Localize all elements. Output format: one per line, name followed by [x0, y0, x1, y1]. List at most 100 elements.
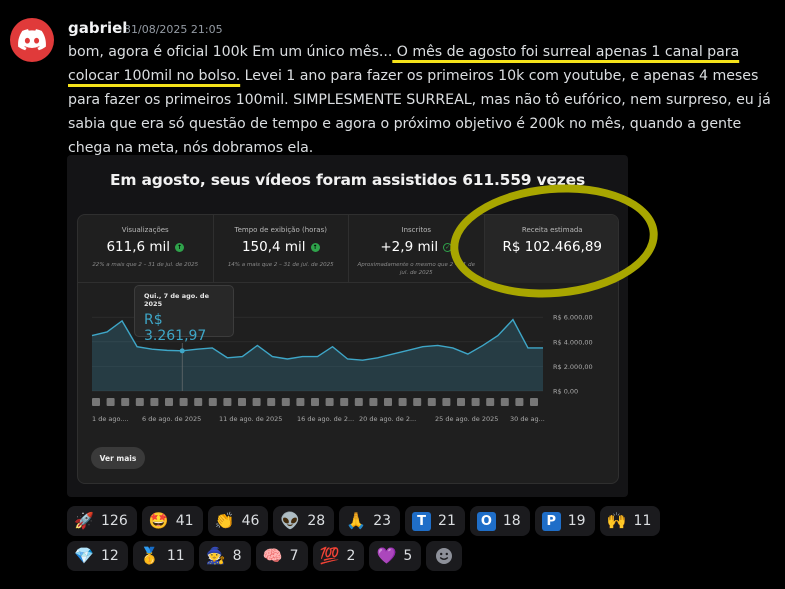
- reaction-count: 46: [241, 513, 260, 529]
- reaction-count: 2: [346, 548, 356, 564]
- add-reaction-button[interactable]: [426, 541, 463, 571]
- reaction-count: 11: [633, 513, 652, 529]
- reaction-button[interactable]: T 21: [405, 506, 465, 536]
- letter-t-icon: T: [412, 511, 432, 531]
- video-marker-icon: [325, 398, 334, 406]
- letter-p-icon: P: [541, 511, 561, 531]
- video-marker-icon: [135, 398, 144, 406]
- video-marker-icon: [296, 398, 305, 406]
- x-tick-label: 20 de ago. de 2...: [359, 415, 416, 423]
- reaction-count: 12: [101, 548, 119, 564]
- video-marker-icon: [238, 398, 246, 406]
- see-more-button[interactable]: Ver mais: [91, 447, 145, 469]
- emoji-icon: 🚀: [74, 511, 94, 530]
- reaction-count: 11: [166, 548, 185, 564]
- reaction-button[interactable]: 💯 2: [312, 541, 365, 571]
- discord-logo-icon: [18, 29, 46, 51]
- message-text: bom, agora é oficial 100k Em um único mê…: [68, 40, 778, 160]
- metric-value: 611,6 mil ↑: [106, 239, 185, 255]
- add-reaction-icon: [436, 548, 453, 564]
- video-marker-icon: [92, 398, 100, 406]
- video-marker-icon: [530, 398, 538, 406]
- reaction-button[interactable]: 🙌 11: [599, 506, 661, 536]
- emoji-icon: 🧙: [205, 546, 226, 565]
- letter-o-icon: O: [476, 511, 496, 531]
- video-marker-icon: [194, 398, 203, 406]
- reaction-button[interactable]: 🙏 23: [339, 506, 401, 536]
- emoji-icon: 🧠: [262, 546, 283, 565]
- emoji-icon: 🤩: [148, 511, 169, 530]
- reaction-button[interactable]: 👏 46: [207, 506, 269, 536]
- y-tick-label: R$ 4.000,00: [553, 338, 593, 346]
- reactions-row: 💎 12 🥇 11 🧙 8 🧠 7 💯 2 💜 5: [67, 541, 767, 571]
- discord-avatar[interactable]: [10, 18, 54, 62]
- video-marker-icon: [150, 398, 159, 406]
- video-marker-icon: [442, 398, 451, 406]
- metric-label: Tempo de exibição (horas): [234, 226, 327, 234]
- y-tick-label: R$ 6.000,00: [553, 314, 593, 322]
- video-marker-icon: [500, 398, 509, 406]
- video-marker-icon: [427, 398, 436, 406]
- reactions-bar: 🚀 126 🤩 41 👏 46 👽 28 🙏 23 T 21 O 18 P 19 🙌 11 💎 12 🥇 11 🧙 8 🧠 7 💯…: [67, 506, 767, 576]
- tooltip-value: R$ 3.261,97: [144, 312, 207, 344]
- timestamp: 31/08/2025 21:05: [124, 23, 223, 36]
- reaction-count: 7: [289, 548, 299, 564]
- video-marker-icon: [223, 398, 232, 406]
- metric-label: Visualizações: [121, 226, 169, 234]
- reaction-button[interactable]: 👽 28: [273, 506, 335, 536]
- video-marker-icon: [340, 398, 349, 406]
- x-tick-label: 11 de ago. de 2025: [219, 415, 282, 423]
- emoji-icon: 💎: [74, 546, 94, 565]
- video-marker-icon: [354, 398, 363, 406]
- video-marker-icon: [179, 398, 188, 406]
- reaction-button[interactable]: 🧙 8: [198, 541, 251, 571]
- tooltip-date: Qui., 7 de ago. de 2025: [144, 292, 209, 308]
- y-tick-label: R$ 0,00: [553, 388, 578, 396]
- video-marker-icon: [311, 398, 319, 406]
- x-tick-label: 6 de ago. de 2025: [142, 415, 201, 423]
- reaction-button[interactable]: 🚀 126: [67, 506, 137, 536]
- emoji-icon: 👽: [280, 511, 301, 530]
- video-marker-icon: [384, 398, 392, 406]
- emoji-icon: 💜: [376, 546, 397, 565]
- video-marker-icon: [281, 398, 290, 406]
- metric-value: 150,4 mil ↑: [241, 239, 320, 255]
- x-tick-label: 30 de ag...: [510, 415, 545, 423]
- data-point: [179, 348, 185, 354]
- video-marker-icon: [515, 398, 524, 406]
- reactions-row: 🚀 126 🤩 41 👏 46 👽 28 🙏 23 T 21 O 18 P 19 🙌 11: [67, 506, 767, 536]
- reaction-count: 41: [175, 513, 194, 529]
- video-marker-icon: [413, 398, 422, 406]
- video-marker-icon: [267, 398, 276, 406]
- reaction-count: 21: [438, 513, 456, 529]
- reaction-button[interactable]: O 18: [469, 506, 530, 536]
- reaction-button[interactable]: 💜 5: [369, 541, 422, 571]
- video-marker-icon: [165, 398, 173, 406]
- up-arrow-icon: ↑: [310, 242, 320, 252]
- metric-comparison: 22% a mais que 2 – 31 de jul. de 2025: [92, 262, 199, 268]
- reaction-button[interactable]: 🧠 7: [255, 541, 308, 571]
- reaction-count: 5: [403, 548, 413, 564]
- emoji-icon: 🙏: [346, 511, 367, 530]
- reaction-count: 23: [373, 513, 392, 529]
- reaction-button[interactable]: 🥇 11: [132, 541, 194, 571]
- reaction-button[interactable]: P 19: [534, 506, 595, 536]
- reaction-button[interactable]: 🤩 41: [141, 506, 203, 536]
- y-tick-label: R$ 2.000,00: [553, 363, 593, 371]
- reaction-count: 28: [307, 513, 326, 529]
- emoji-icon: 👏: [214, 511, 235, 530]
- video-marker-icon: [369, 398, 378, 406]
- username[interactable]: gabriel: [68, 19, 127, 37]
- video-marker-icon: [252, 398, 261, 406]
- x-tick-label: 16 de ago. de 2...: [297, 415, 354, 423]
- message-text-start: bom, agora é oficial 100k Em um único mê…: [68, 44, 393, 60]
- reaction-count: 126: [101, 513, 128, 529]
- video-marker-icon: [208, 398, 217, 406]
- reaction-button[interactable]: 💎 12: [67, 541, 128, 571]
- reaction-count: 18: [502, 513, 521, 529]
- video-marker-icon: [457, 398, 465, 406]
- x-tick-label: 25 de ago. de 2025: [435, 415, 498, 423]
- video-marker-icon: [486, 398, 495, 406]
- emoji-icon: 🥇: [139, 546, 160, 565]
- emoji-icon: 🙌: [606, 511, 627, 530]
